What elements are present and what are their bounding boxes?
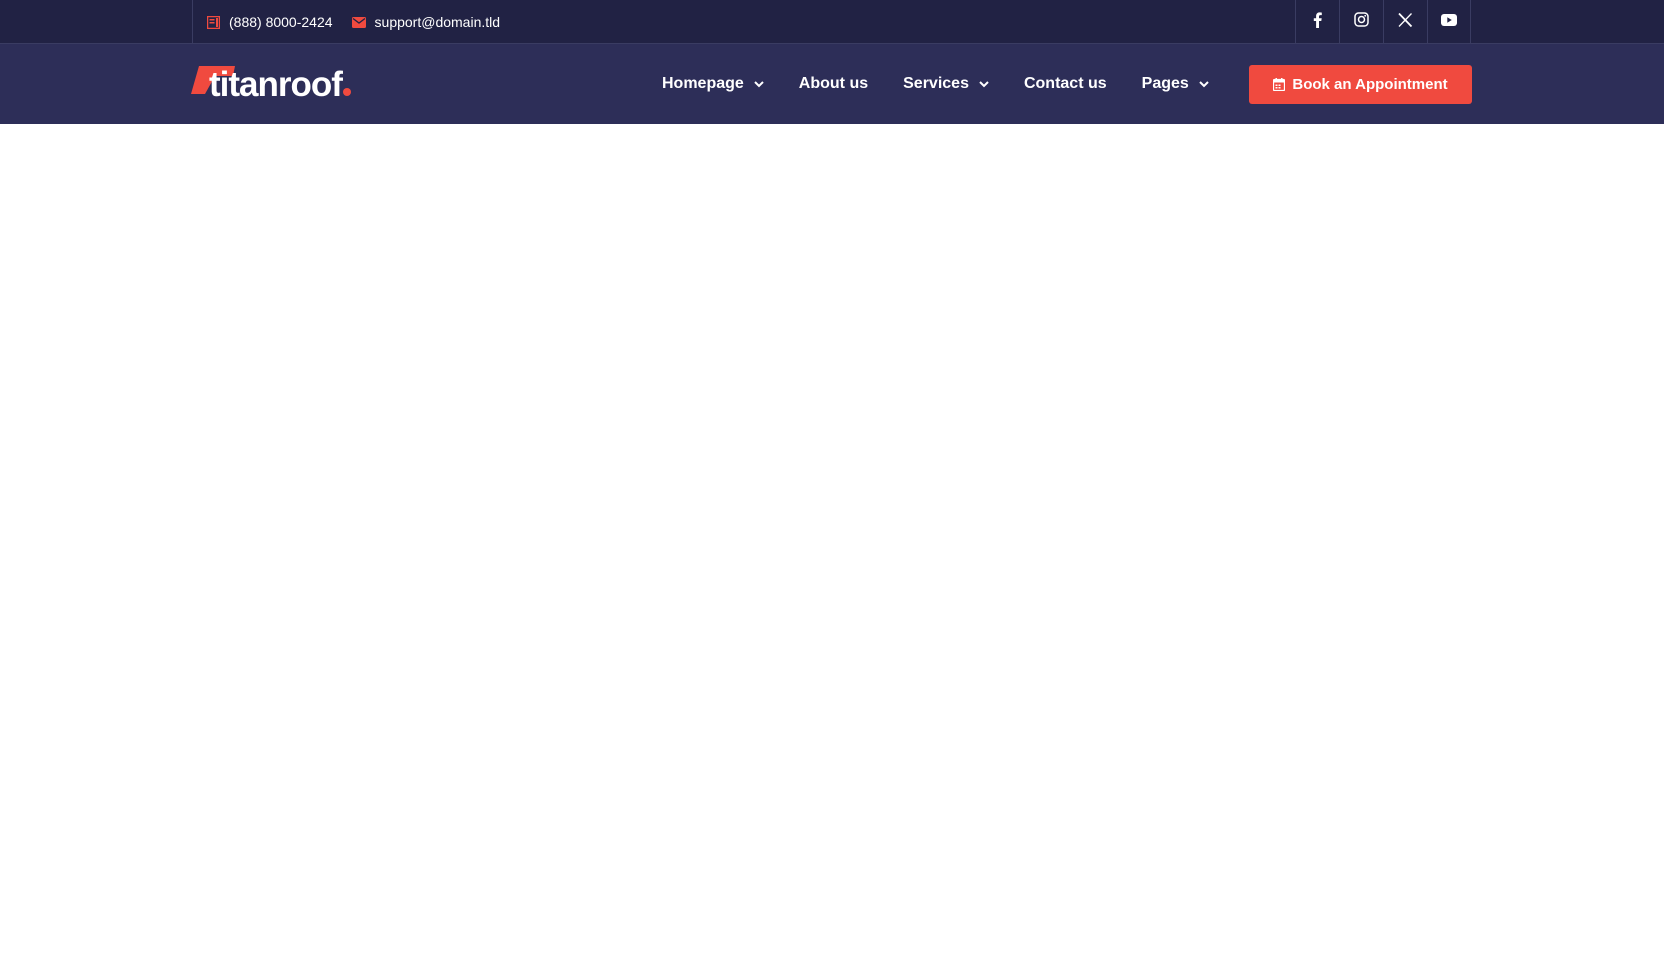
book-appointment-label: Book an Appointment — [1292, 76, 1448, 93]
nav-item-pages[interactable]: Pages — [1142, 75, 1209, 93]
nav-item-label: Services — [903, 75, 969, 92]
email-address: support@domain.tld — [374, 14, 501, 30]
calendar-icon — [1273, 78, 1286, 91]
nav-item-services[interactable]: Services — [903, 75, 989, 93]
chevron-down-icon — [979, 80, 989, 88]
nav-item-label: Homepage — [662, 75, 744, 92]
site-logo[interactable]: titanroof — [191, 62, 351, 108]
x-twitter-link[interactable] — [1383, 0, 1427, 44]
chevron-down-icon — [1199, 80, 1209, 88]
contact-info: (888) 8000-2424 support@domain.tld — [192, 0, 518, 44]
nav-item-label: Pages — [1141, 75, 1189, 92]
logo-dot-icon — [342, 88, 351, 96]
social-links — [1295, 0, 1471, 44]
page-content — [0, 124, 1664, 955]
envelope-icon — [351, 14, 367, 30]
instagram-icon — [1354, 12, 1369, 32]
phone-book-icon — [205, 14, 221, 30]
top-bar: (888) 8000-2424 support@domain.tld — [0, 0, 1664, 44]
phone-link[interactable]: (888) 8000-2424 — [205, 14, 333, 30]
nav-item-about-us[interactable]: About us — [799, 75, 868, 93]
facebook-link[interactable] — [1295, 0, 1339, 44]
x-twitter-icon — [1398, 12, 1413, 32]
youtube-icon — [1441, 13, 1457, 31]
primary-nav: Homepage About us Services Contact us Pa… — [662, 44, 1244, 124]
email-link[interactable]: support@domain.tld — [351, 14, 501, 30]
nav-item-contact-us[interactable]: Contact us — [1024, 75, 1107, 93]
logo-text: titanroof — [209, 62, 351, 108]
facebook-icon — [1313, 11, 1322, 33]
chevron-down-icon — [754, 80, 764, 88]
nav-item-label: About us — [798, 75, 869, 92]
nav-item-homepage[interactable]: Homepage — [662, 75, 764, 93]
main-navbar: titanroof Homepage About us Services Con… — [0, 44, 1664, 124]
nav-item-label: Contact us — [1023, 75, 1107, 92]
phone-number: (888) 8000-2424 — [229, 14, 333, 30]
instagram-link[interactable] — [1339, 0, 1383, 44]
youtube-link[interactable] — [1427, 0, 1471, 44]
book-appointment-button[interactable]: Book an Appointment — [1249, 65, 1472, 104]
